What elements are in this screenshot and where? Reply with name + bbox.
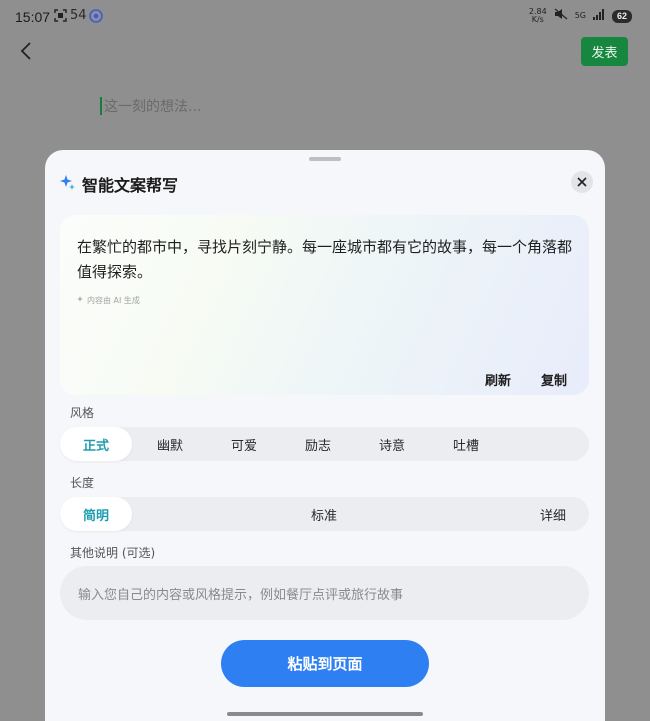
chevron-left-icon bbox=[20, 42, 31, 60]
sheet-title: 智能文案帮写 bbox=[82, 176, 179, 195]
style-option-formal[interactable]: 正式 bbox=[60, 427, 132, 461]
style-label: 风格 bbox=[70, 406, 95, 420]
ai-copywriting-sheet: 智能文案帮写 在繁忙的都市中，寻找片刻宁静。每一座城市都有它的故事，每一个角落都… bbox=[45, 150, 605, 721]
generated-result-card: 在繁忙的都市中，寻找片刻宁静。每一座城市都有它的故事，每一个角落都值得探索。 内… bbox=[60, 215, 589, 395]
home-indicator[interactable] bbox=[227, 712, 423, 716]
status-time: 15:07 bbox=[15, 9, 51, 25]
sim-54-icon: 54 bbox=[70, 8, 87, 23]
thought-input[interactable]: 这一刻的想法... bbox=[100, 95, 400, 117]
sparkle-icon bbox=[59, 174, 76, 195]
thought-input-placeholder: 这一刻的想法... bbox=[104, 99, 202, 115]
copy-button[interactable]: 复制 bbox=[541, 370, 567, 389]
battery-icon: 62 bbox=[612, 9, 632, 23]
close-icon bbox=[577, 177, 587, 187]
drag-handle[interactable] bbox=[309, 157, 341, 161]
style-option-inspiring[interactable]: 励志 bbox=[290, 427, 346, 461]
style-option-poetic[interactable]: 诗意 bbox=[364, 427, 420, 461]
mute-icon bbox=[554, 8, 568, 24]
ai-generated-note: 内容由 AI 生成 bbox=[77, 295, 140, 306]
paste-to-page-button[interactable]: 粘贴到页面 bbox=[221, 640, 429, 687]
style-selector: 正式 幽默 可爱 励志 诗意 吐槽 bbox=[60, 427, 589, 461]
length-option-standard[interactable]: 标准 bbox=[296, 497, 352, 531]
style-option-cute[interactable]: 可爱 bbox=[216, 427, 272, 461]
sparkle-small-icon bbox=[77, 295, 85, 306]
text-caret bbox=[100, 97, 102, 115]
net-speed: 2.84 K/s bbox=[528, 7, 547, 24]
length-label: 长度 bbox=[70, 476, 95, 490]
style-option-humor[interactable]: 幽默 bbox=[142, 427, 198, 461]
scan-icon bbox=[54, 9, 67, 25]
length-option-detailed[interactable]: 详细 bbox=[525, 497, 581, 531]
publish-button[interactable]: 发表 bbox=[581, 37, 628, 66]
generated-text: 在繁忙的都市中，寻找片刻宁静。每一座城市都有它的故事，每一个角落都值得探索。 bbox=[77, 238, 573, 281]
sheet-header: 智能文案帮写 bbox=[59, 172, 178, 196]
close-button[interactable] bbox=[571, 171, 593, 193]
length-selector: 简明 标准 详细 bbox=[60, 497, 589, 531]
signal-label: 5G bbox=[574, 11, 586, 20]
extra-notes-placeholder: 输入您自己的内容或风格提示，例如餐厅点评或旅行故事 bbox=[78, 587, 404, 603]
chrome-icon bbox=[89, 9, 103, 26]
back-button[interactable] bbox=[16, 40, 38, 62]
extra-notes-input[interactable]: 输入您自己的内容或风格提示，例如餐厅点评或旅行故事 bbox=[60, 566, 589, 620]
length-option-concise[interactable]: 简明 bbox=[60, 497, 132, 531]
status-bar: 15:07 54 2.84 K/s 5G 62 bbox=[0, 0, 650, 34]
refresh-button[interactable]: 刷新 bbox=[485, 370, 511, 389]
style-option-roast[interactable]: 吐槽 bbox=[438, 427, 494, 461]
signal-icon bbox=[593, 8, 605, 24]
extra-label: 其他说明 (可选) bbox=[70, 546, 156, 560]
status-right-group: 2.84 K/s 5G 62 bbox=[529, 8, 632, 24]
